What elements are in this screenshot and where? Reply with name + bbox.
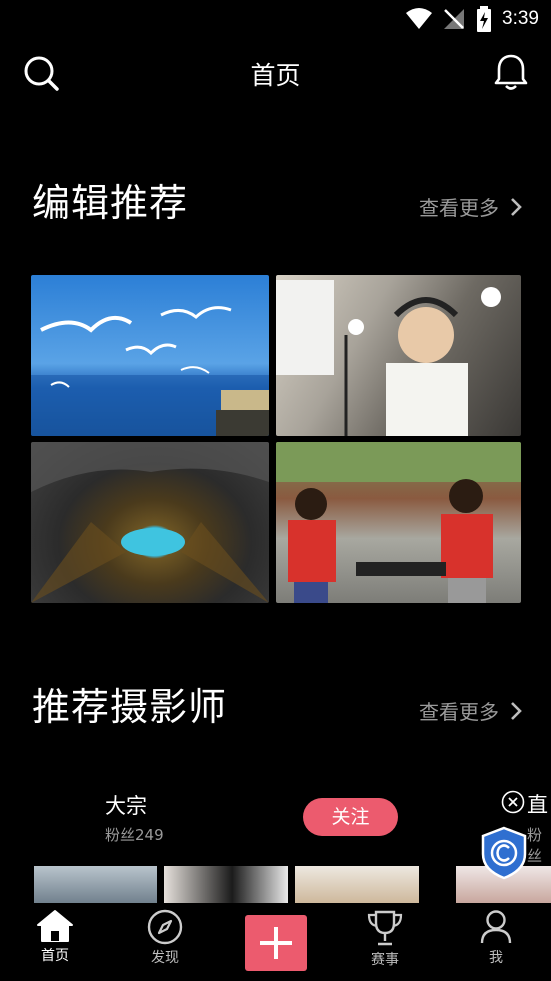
photo-seagulls[interactable]: [31, 275, 269, 436]
photographer-thumbnail[interactable]: [164, 866, 288, 904]
tab-label: 赛事: [371, 952, 399, 968]
bell-icon[interactable]: [493, 52, 529, 92]
photo-canyon-lake[interactable]: [31, 442, 269, 603]
photo-children-playing[interactable]: [276, 442, 521, 603]
chevron-right-icon: [511, 197, 522, 216]
status-bar: 3:39: [0, 0, 551, 40]
copyright-shield-icon[interactable]: [480, 826, 528, 880]
photographer-name[interactable]: 直: [527, 789, 548, 819]
page-title: 首页: [250, 61, 301, 90]
plus-icon: [260, 927, 292, 959]
section-title: 编辑推荐: [32, 181, 189, 225]
tab-label: 发现: [151, 950, 179, 966]
see-more-link[interactable]: 查看更多: [419, 192, 523, 221]
photographer-thumbnail[interactable]: [34, 866, 157, 904]
person-icon: [480, 910, 512, 944]
top-app-bar: 首页: [0, 46, 551, 98]
status-icons: 3:39: [406, 6, 539, 32]
tab-profile[interactable]: 我: [456, 909, 536, 967]
see-more-label: 查看更多: [419, 700, 499, 724]
studio-detail: [276, 280, 501, 436]
bottom-tab-bar: 首页 发现 赛事 我: [0, 903, 551, 981]
tab-label: 首页: [41, 948, 69, 964]
photographer-fans: 粉丝249: [105, 826, 164, 844]
tab-home[interactable]: 首页: [15, 909, 95, 965]
photographer-thumbnail[interactable]: [295, 866, 419, 904]
photo-studio-portrait[interactable]: [276, 275, 521, 436]
wifi-icon: [406, 8, 433, 29]
battery-charging-icon: [477, 6, 492, 32]
add-button[interactable]: [245, 915, 307, 971]
tab-label: 我: [489, 950, 503, 966]
trophy-icon: [367, 910, 403, 946]
editor-picks-grid: [31, 275, 521, 603]
status-time: 3:39: [502, 8, 539, 29]
section-title: 推荐摄影师: [32, 685, 228, 729]
tab-contests[interactable]: 赛事: [345, 909, 425, 969]
close-circle-icon[interactable]: [501, 790, 525, 814]
canyon-detail: [31, 442, 269, 603]
tab-discover[interactable]: 发现: [125, 909, 205, 967]
no-signal-icon: [444, 9, 465, 29]
photographers-header: 推荐摄影师 查看更多: [0, 676, 551, 736]
photographer-name[interactable]: 大宗: [105, 790, 147, 820]
compass-icon: [147, 909, 183, 945]
chevron-right-icon: [511, 701, 522, 720]
seagulls-detail: [31, 306, 269, 436]
home-icon: [37, 910, 73, 942]
children-detail: [276, 442, 521, 603]
see-more-link[interactable]: 查看更多: [419, 696, 523, 725]
follow-button[interactable]: 关注: [303, 798, 398, 836]
editor-picks-header: 编辑推荐 查看更多: [0, 172, 551, 232]
see-more-label: 查看更多: [419, 196, 499, 220]
photographer-fans: 粉丝: [527, 826, 543, 865]
